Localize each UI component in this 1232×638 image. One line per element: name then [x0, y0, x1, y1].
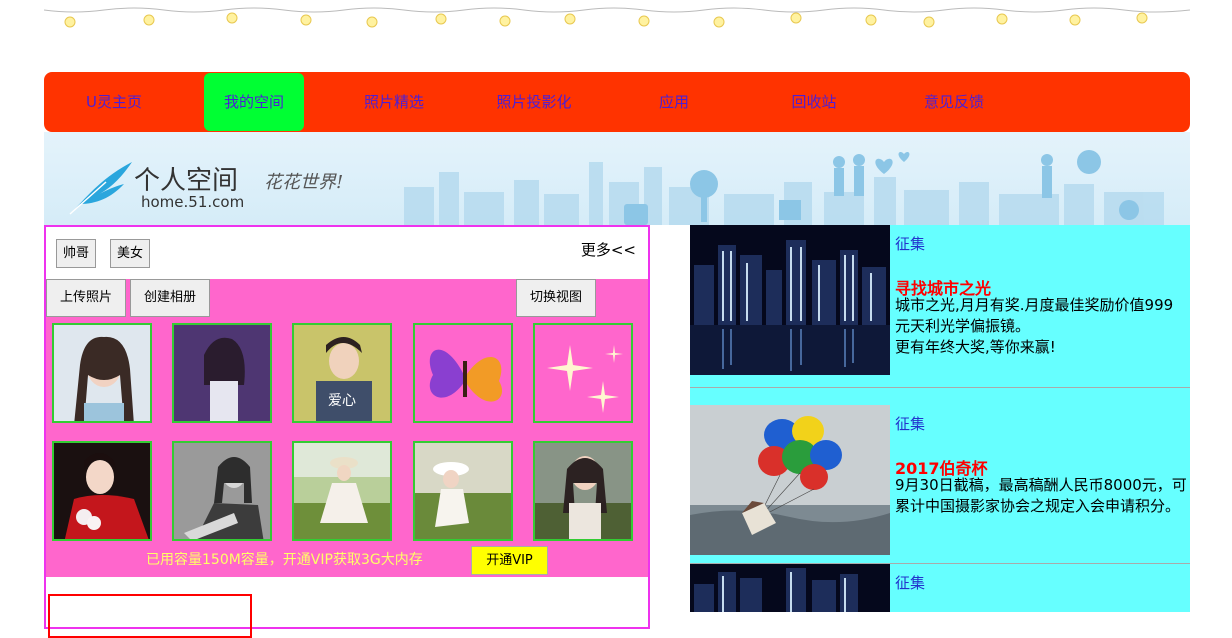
tag-beauty-button[interactable]: 美女 — [110, 239, 150, 268]
photo-gallery-area: 上传照片 创建相册 切换视图 爱心 已用容量150M容量，开通VIP获取3G大内… — [46, 279, 648, 577]
tag-handsome-button[interactable]: 帅哥 — [56, 239, 96, 268]
banner-slogan: 花花世界! — [264, 172, 344, 193]
photo-thumb[interactable] — [413, 441, 513, 541]
photo-thumb[interactable] — [172, 323, 272, 423]
card-description: 城市之光,月月有奖.月度最佳奖励价值999元天利光学偏振镜。 更有年终大奖,等你… — [895, 296, 1174, 356]
svg-text:爱心: 爱心 — [328, 393, 356, 409]
contest-list: 征集 寻找城市之光 城市之光,月月有奖.月度最佳奖励价值999元天利光学偏振镜。… — [690, 225, 1190, 612]
card-tag: 征集 — [895, 235, 926, 253]
nav-item-apps[interactable]: 应用 — [624, 72, 724, 132]
nav-item-recycle-bin[interactable]: 回收站 — [764, 72, 864, 132]
nav-item-feedback[interactable]: 意见反馈 — [904, 72, 1004, 132]
contest-card[interactable]: 征集 2017伯奇杯 9月30日截稿，最高稿酬人民币8000元，可累计中国摄影家… — [690, 388, 1190, 563]
city-night-photo — [690, 564, 890, 612]
banner: 个人空间 home.51.com 花花世界! — [44, 132, 1190, 225]
photo-thumb[interactable] — [533, 323, 633, 423]
card-tag: 征集 — [895, 415, 926, 433]
banner-url: home.51.com — [141, 193, 245, 211]
feather-logo-icon — [69, 162, 132, 215]
balloon-house-photo — [690, 405, 890, 555]
nav-item-my-space[interactable]: 我的空间 — [204, 73, 304, 131]
nav-item-home[interactable]: U灵主页 — [64, 72, 164, 132]
main-nav: U灵主页 我的空间 照片精选 照片投影化 应用 回收站 意见反馈 — [44, 72, 1190, 132]
open-vip-button[interactable]: 开通VIP — [471, 546, 548, 575]
contest-card[interactable]: 征集 寻找城市之光 城市之光,月月有奖.月度最佳奖励价值999元天利光学偏振镜。… — [690, 225, 1190, 387]
photo-thumb[interactable] — [52, 323, 152, 423]
photo-thumb[interactable] — [413, 323, 513, 423]
city-night-photo — [690, 225, 890, 375]
create-album-button[interactable]: 创建相册 — [130, 279, 210, 317]
contest-card[interactable]: 征集 — [690, 564, 1190, 612]
string-lights-decoration — [44, 0, 1190, 36]
banner-title: 个人空间 — [134, 166, 239, 196]
photo-thumb[interactable] — [292, 441, 392, 541]
photo-thumb[interactable]: 爱心 — [292, 323, 392, 423]
upload-photo-button[interactable]: 上传照片 — [46, 279, 126, 317]
storage-usage-text: 已用容量150M容量，开通VIP获取3G大内存 — [146, 552, 423, 568]
album-section-header — [48, 594, 252, 638]
nav-item-photo-projection[interactable]: 照片投影化 — [474, 72, 594, 132]
photo-thumb[interactable] — [52, 441, 152, 541]
photo-panel: 帅哥 美女 更多<< 上传照片 创建相册 切换视图 爱心 已用容量150M容量，… — [44, 225, 650, 638]
more-link[interactable]: 更多<< — [581, 239, 636, 260]
card-description: 9月30日截稿，最高稿酬人民币8000元，可累计中国摄影家协会之规定入会申请积分… — [895, 476, 1187, 515]
photo-thumb[interactable] — [172, 441, 272, 541]
switch-view-button[interactable]: 切换视图 — [516, 279, 596, 317]
nav-item-photo-picks[interactable]: 照片精选 — [344, 72, 444, 132]
card-tag: 征集 — [895, 574, 926, 592]
photo-thumb[interactable] — [533, 441, 633, 541]
